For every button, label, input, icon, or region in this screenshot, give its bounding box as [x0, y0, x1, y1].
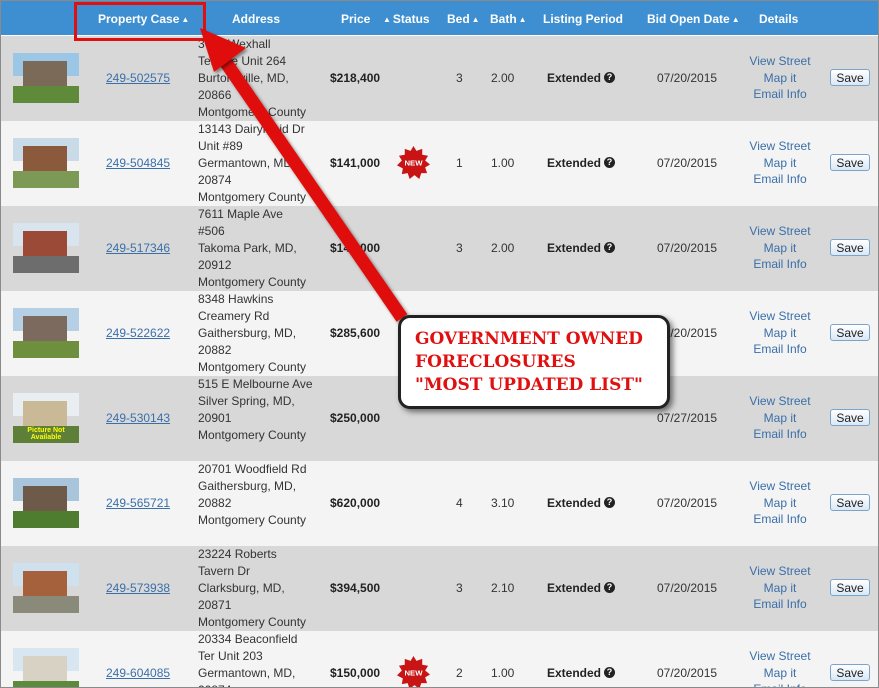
- callout-line-2: FORECLOSURES: [415, 352, 576, 372]
- callout-line-3: "MOST UPDATED LIST": [415, 375, 643, 395]
- arrow-shaft: [214, 50, 408, 322]
- callout-line-1: GOVERNMENT OWNED: [415, 329, 643, 349]
- annotation-callout: GOVERNMENT OWNED FORECLOSURES "MOST UPDA…: [398, 315, 670, 409]
